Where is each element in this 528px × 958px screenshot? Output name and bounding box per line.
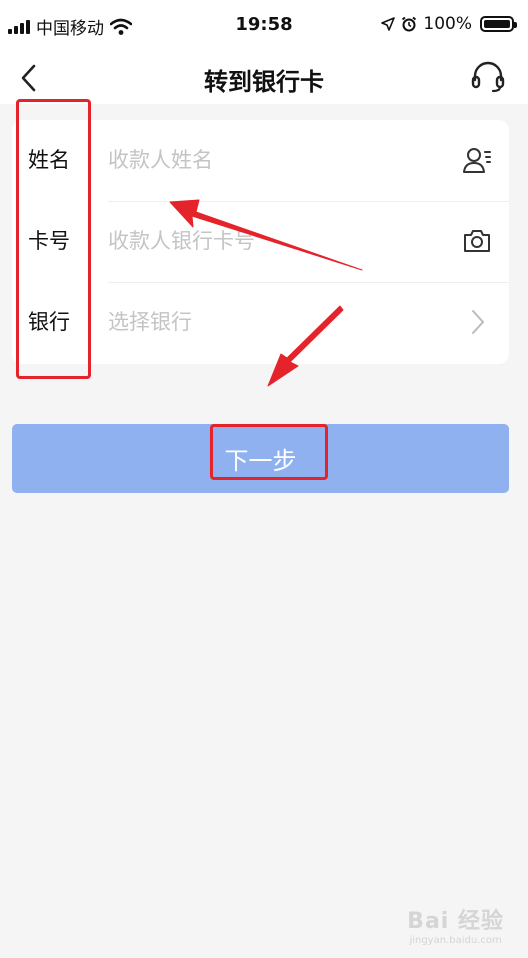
watermark-main: Bai 经验 — [407, 909, 504, 934]
transfer-form-card: 姓名 卡号 银行 选择银行 — [12, 120, 509, 364]
watermark-sub: jingyan.baidu.com — [409, 935, 502, 946]
camera-icon[interactable] — [461, 225, 493, 257]
payee-name-input[interactable] — [108, 144, 438, 176]
headset-icon — [471, 61, 505, 93]
alarm-icon — [402, 16, 417, 32]
contact-icon[interactable] — [461, 144, 493, 176]
status-right: 100% — [381, 14, 517, 34]
card-number-label: 卡号 — [28, 229, 70, 253]
bank-label: 银行 — [28, 310, 70, 334]
card-number-input[interactable] — [108, 225, 438, 257]
bank-select-row[interactable]: 银行 选择银行 — [12, 282, 509, 363]
name-label: 姓名 — [28, 148, 70, 172]
name-row[interactable]: 姓名 — [12, 120, 509, 201]
nav-bar: 转到银行卡 — [0, 50, 528, 104]
card-number-row[interactable]: 卡号 — [12, 201, 509, 282]
customer-service-button[interactable] — [470, 58, 506, 96]
next-step-button[interactable]: 下一步 — [12, 424, 509, 493]
watermark: Bai 经验 jingyan.baidu.com — [407, 903, 504, 946]
status-bar: 中国移动 19:58 100% — [0, 0, 528, 50]
bank-select-placeholder[interactable]: 选择银行 — [108, 306, 192, 336]
chevron-right-icon — [472, 310, 484, 334]
battery-icon — [480, 16, 517, 32]
location-icon — [381, 17, 396, 31]
page-title: 转到银行卡 — [204, 68, 324, 96]
battery-percent: 100% — [423, 14, 472, 34]
